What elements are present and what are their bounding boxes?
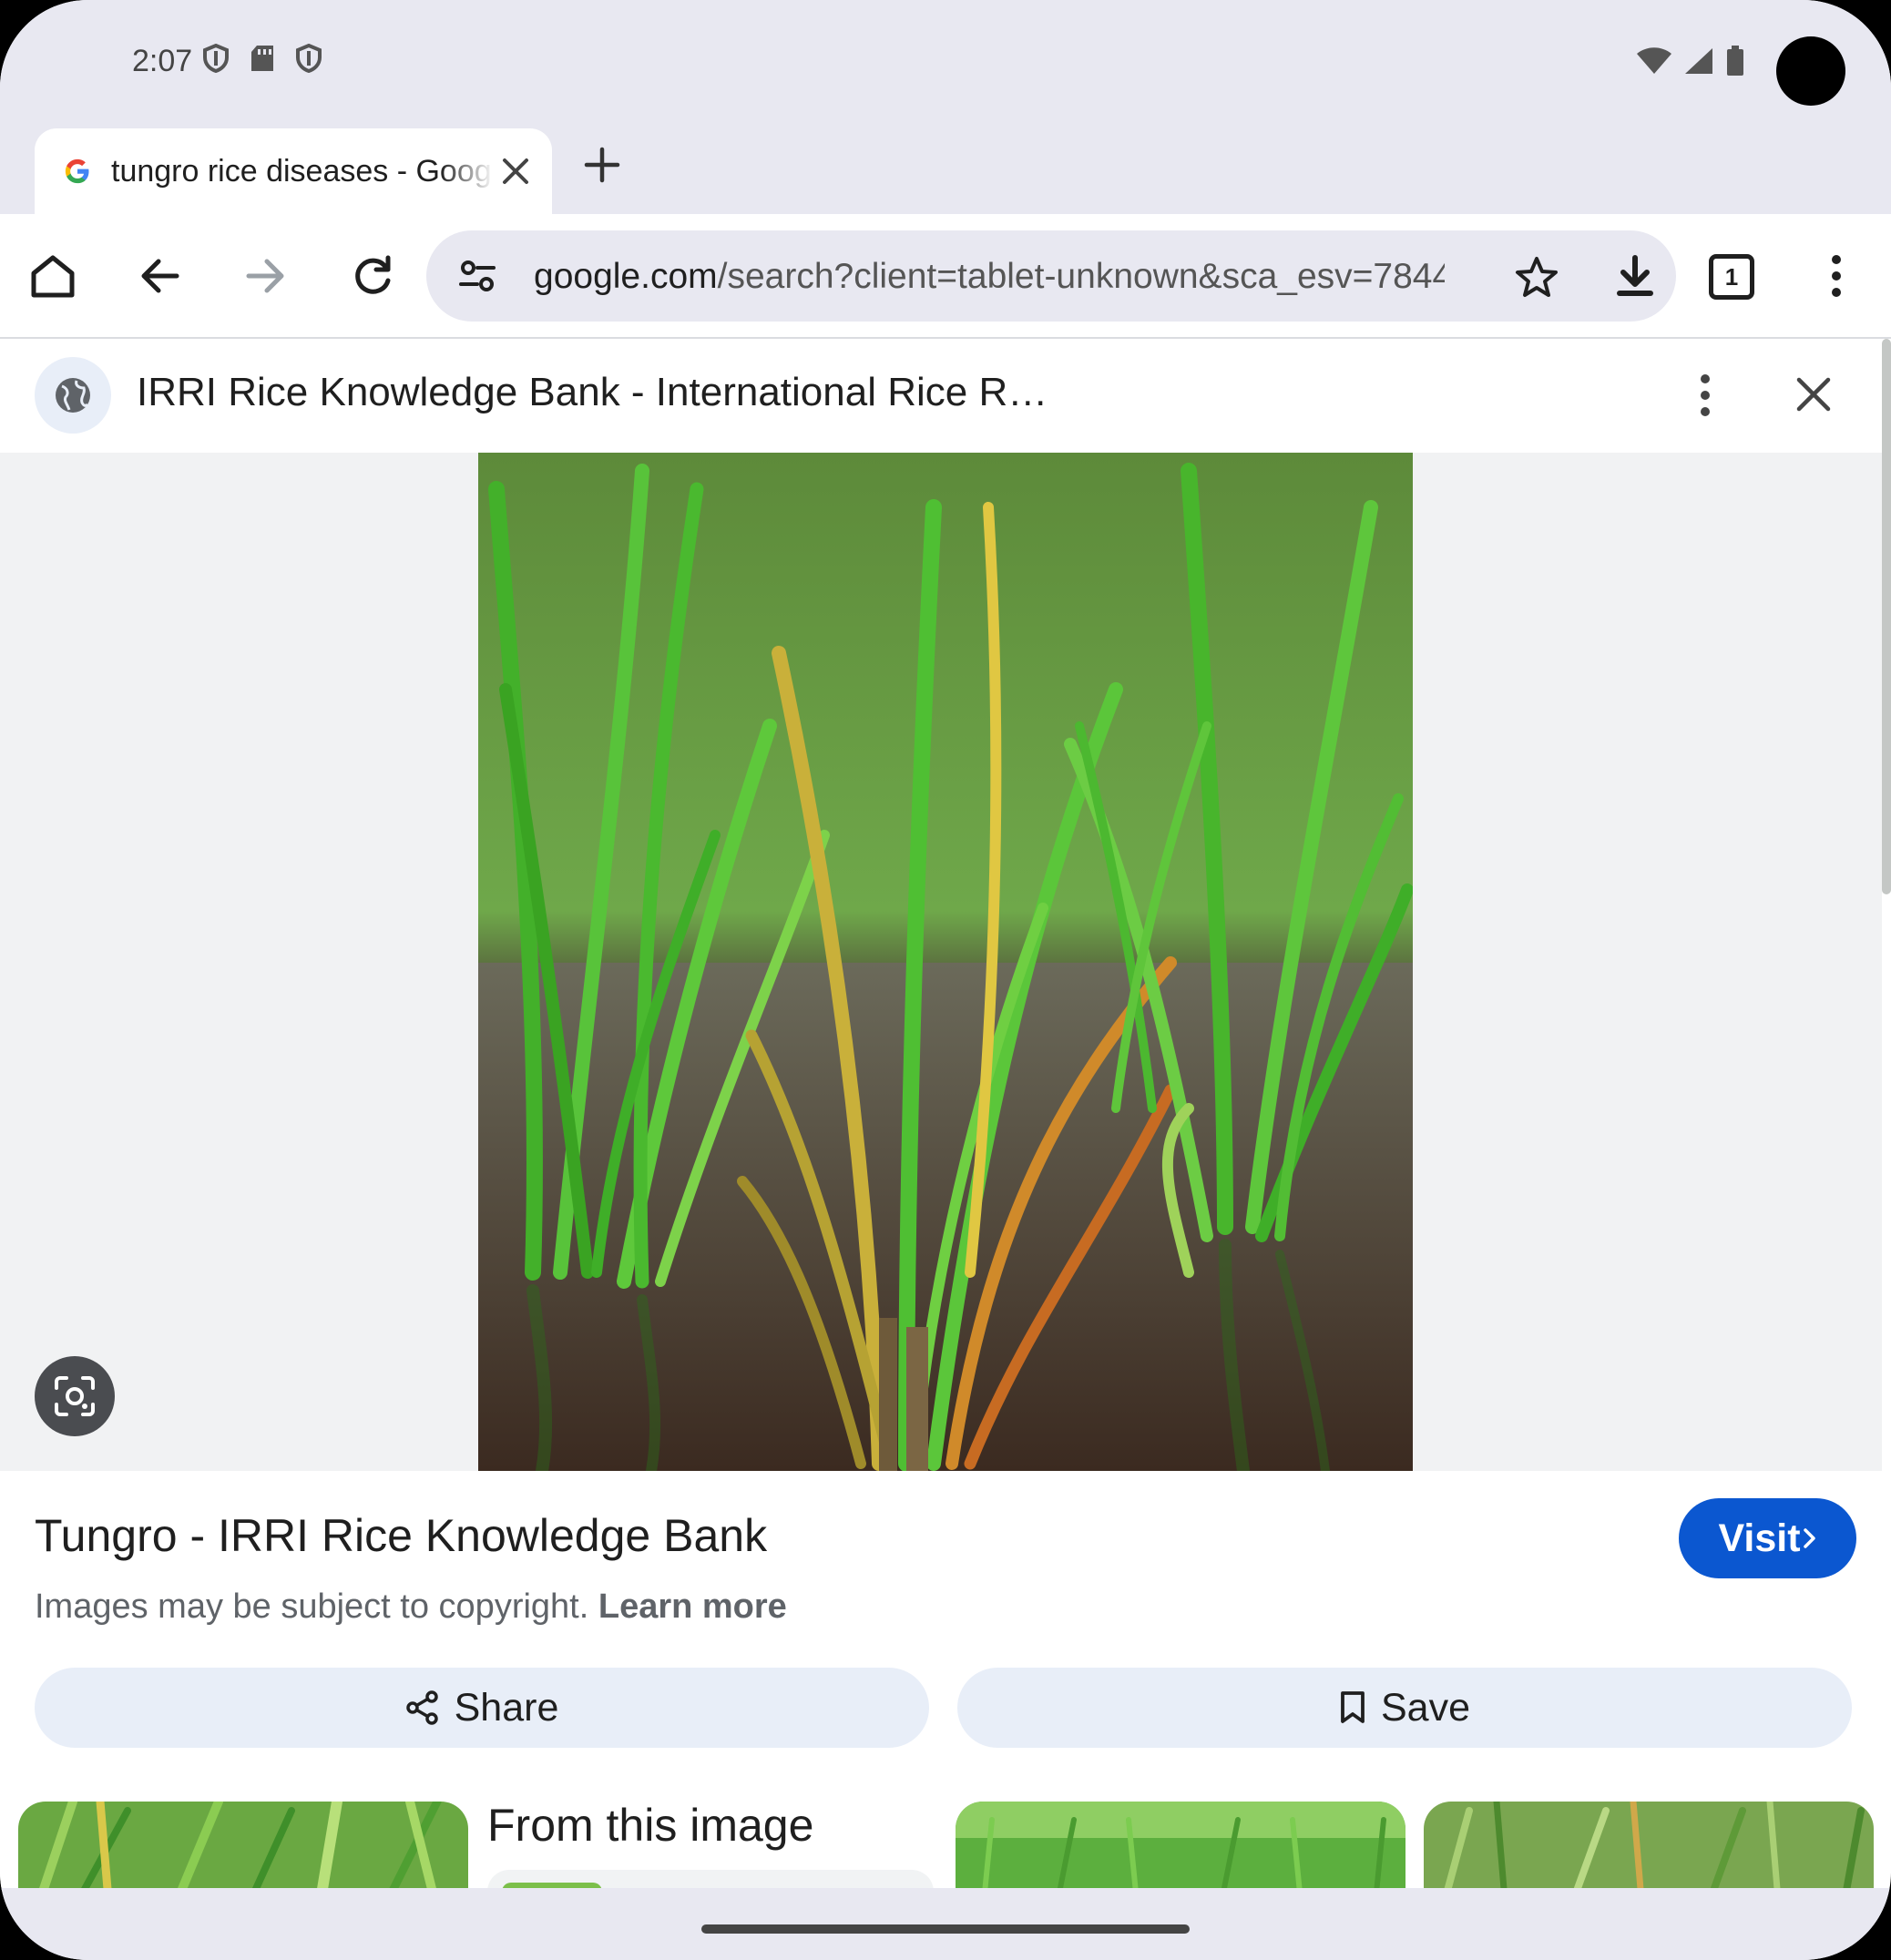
site-settings-icon[interactable] — [457, 256, 497, 296]
sheet-more-icon[interactable] — [1687, 372, 1723, 419]
wifi-icon — [1637, 47, 1671, 74]
top-chrome: 2:07 tungro rice diseases - Google Searc… — [0, 0, 1891, 214]
url-text[interactable]: google.com/search?client=tablet-unknown&… — [534, 254, 1445, 300]
signal-icon — [1685, 48, 1712, 74]
scrollbar[interactable] — [1882, 339, 1891, 894]
result-image[interactable] — [478, 453, 1413, 1471]
home-gesture-handle[interactable] — [701, 1924, 1190, 1934]
reload-icon — [355, 255, 391, 294]
result-title[interactable]: Tungro - IRRI Rice Knowledge Bank — [35, 1509, 767, 1562]
reload-button[interactable] — [338, 241, 407, 311]
home-button[interactable] — [18, 241, 87, 311]
lens-camera-icon — [55, 1376, 95, 1416]
learn-more-link[interactable]: Learn more — [598, 1587, 787, 1626]
google-lens-button[interactable] — [35, 1356, 115, 1436]
bookmark-star-icon[interactable] — [1514, 254, 1559, 300]
front-camera — [1776, 36, 1845, 106]
site-title[interactable]: IRRI Rice Knowledge Bank - International… — [137, 370, 1048, 415]
home-icon — [31, 255, 75, 298]
tab-switcher-button[interactable]: 1 — [1709, 254, 1754, 300]
visit-label: Visit — [1718, 1516, 1801, 1560]
globe-icon — [56, 378, 90, 413]
sheet-header: IRRI Rice Knowledge Bank - International… — [0, 339, 1882, 453]
share-icon — [405, 1690, 438, 1725]
battery-icon — [1727, 46, 1743, 76]
image-viewer — [0, 453, 1882, 1471]
status-time: 2:07 — [132, 44, 193, 78]
vpn-shield-icon — [203, 44, 229, 73]
back-arrow-icon — [141, 259, 179, 293]
browser-menu-button[interactable] — [1802, 241, 1871, 311]
gesture-nav-bar — [0, 1888, 1891, 1960]
address-bar[interactable]: google.com/search?client=tablet-unknown&… — [426, 230, 1676, 322]
result-info-panel: Tungro - IRRI Rice Knowledge Bank Visit … — [0, 1471, 1882, 1911]
status-icons-left — [202, 44, 322, 73]
copyright-text: Images may be subject to copyright. — [35, 1587, 589, 1626]
save-label: Save — [1380, 1685, 1470, 1730]
chevron-right-icon — [1803, 1528, 1815, 1548]
copyright-notice: Images may be subject to copyright. Lear… — [35, 1587, 787, 1627]
tab-active[interactable]: tungro rice diseases - Google Search — [35, 128, 552, 214]
sheet-close-icon[interactable] — [1793, 373, 1835, 415]
forward-arrow-icon — [246, 259, 284, 293]
browser-toolbar: google.com/search?client=tablet-unknown&… — [0, 214, 1891, 337]
device-screen: 2:07 tungro rice diseases - Google Searc… — [0, 0, 1891, 1960]
download-icon[interactable] — [1610, 252, 1660, 301]
back-button[interactable] — [125, 241, 194, 311]
save-button[interactable]: Save — [957, 1668, 1852, 1748]
share-label: Share — [454, 1685, 559, 1730]
sd-card-icon — [251, 46, 273, 71]
more-vert-icon — [1832, 255, 1841, 297]
vpn-shield-icon — [296, 44, 322, 73]
bookmark-icon — [1341, 1691, 1365, 1723]
tab-title: tungro rice diseases - Google Search — [111, 153, 494, 189]
share-button[interactable]: Share — [35, 1668, 929, 1748]
url-host: google.com — [534, 257, 718, 296]
new-tab-plus-icon[interactable] — [583, 146, 621, 184]
forward-button[interactable] — [231, 241, 301, 311]
tab-close-icon[interactable] — [497, 153, 534, 189]
google-g-icon — [62, 156, 93, 187]
site-favicon — [35, 357, 111, 434]
from-this-image-heading: From this image — [487, 1800, 814, 1851]
status-icons-right — [1636, 46, 1745, 77]
url-path: /search?client=tablet-unknown&sca_esv=78… — [717, 257, 1445, 296]
visit-button[interactable]: Visit — [1679, 1498, 1856, 1578]
